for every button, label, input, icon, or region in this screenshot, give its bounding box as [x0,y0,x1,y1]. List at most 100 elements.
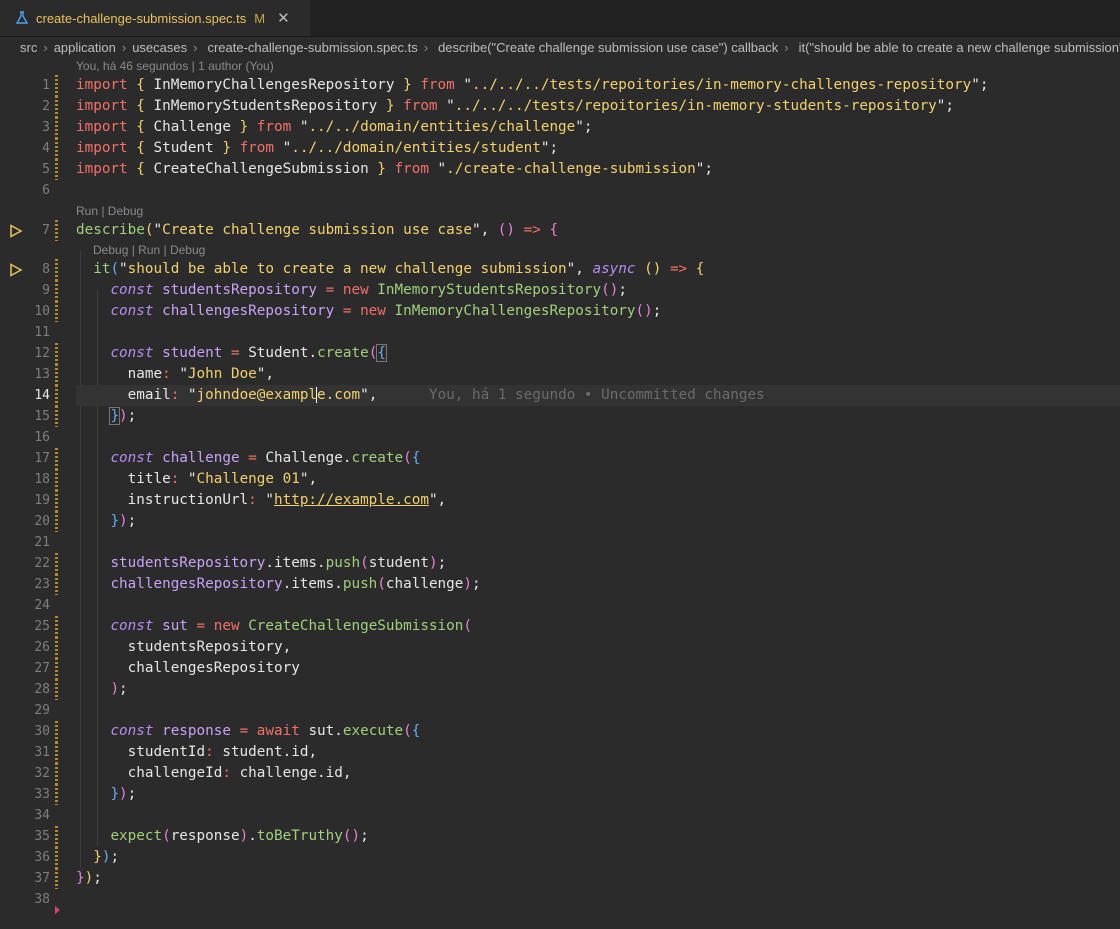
line-number: 3 [42,120,50,135]
modified-gutter-mark [55,159,58,180]
code-line: 25 const sut = new CreateChallengeSubmis… [0,616,1120,637]
line-number: 14 [34,388,50,403]
line-number: 25 [34,619,50,634]
line-number: 13 [34,367,50,382]
code-line: 13 name: "John Doe", [0,364,1120,385]
modified-gutter-mark [55,784,58,805]
line-number: 22 [34,556,50,571]
url-link[interactable]: http://example.com [274,492,429,508]
code-line: 24 [0,595,1120,616]
close-icon[interactable]: ✕ [277,9,290,27]
code-line: 37 }); [0,868,1120,889]
code-line: 34 [0,805,1120,826]
code-line: 30 const response = await sut.execute({ [0,721,1120,742]
code-line: 22 studentsRepository.items.push(student… [0,553,1120,574]
line-number: 30 [34,724,50,739]
keyword: from [420,77,455,93]
class-name: Student [248,345,309,361]
code-line: 20 }); [0,511,1120,532]
variable: challenge [239,765,318,781]
function-name: expect [110,828,163,844]
keyword: import [76,98,128,114]
modified-gutter-mark [55,406,58,427]
breadcrumb-it[interactable]: it("should be able to create a new chall… [799,40,1120,55]
line-number: 4 [42,141,50,156]
identifier: Student [153,140,214,156]
property: items [273,555,318,571]
breadcrumb-src[interactable]: src [20,40,37,55]
modified-gutter-mark [55,343,58,364]
inline-git-blame: You, há 1 segundo • Uncommitted changes [428,387,765,403]
codelens-run-debug[interactable]: Run | Debug [76,203,143,219]
string-literal: ./create-challenge-submission [446,161,696,177]
code-line: 10 const challengesRepository = new InMe… [0,301,1120,322]
line-number: 12 [34,346,50,361]
code-line: 21 [0,532,1120,553]
code-line: 26 studentsRepository, [0,637,1120,658]
modified-gutter-mark [55,490,58,511]
keyword: await [256,723,300,739]
modified-gutter-mark [55,574,58,595]
modified-gutter-mark [55,385,58,406]
codelens-debug-run[interactable]: Debug | Run | Debug [93,242,205,258]
keyword: from [256,119,292,135]
tab-filename: create-challenge-submission.spec.ts [36,10,247,26]
keyword: const [110,618,154,634]
line-number: 10 [34,304,50,319]
property: id [325,765,343,781]
modified-gutter-mark [55,658,58,679]
property: instructionUrl [127,492,249,508]
variable: sut [162,618,188,634]
keyword: const [110,723,154,739]
breadcrumb-usecases[interactable]: usecases [132,40,187,55]
breadcrumb-describe[interactable]: describe("Create challenge submission us… [438,40,778,55]
line-number: 9 [42,283,50,298]
code-line: 16 [0,427,1120,448]
variable: studentsRepository [110,555,266,571]
chevron-right-icon: › [423,39,429,55]
line-number: 33 [34,787,50,802]
variable: studentsRepository [127,639,283,655]
chevron-right-icon: › [121,39,127,55]
code-line: 4 import { Student } from "../../domain/… [0,138,1120,159]
line-number: 19 [34,493,50,508]
keyword: const [110,282,154,298]
keyword: import [76,119,128,135]
method-name: create [317,345,369,361]
modified-gutter-mark [55,96,58,117]
line-number: 18 [34,472,50,487]
keyword: const [110,303,154,319]
modified-gutter-mark [55,679,58,700]
identifier: InMemoryChallengesRepository [153,77,395,93]
keyword: new [342,282,369,298]
code-line: 8 it("should be able to create a new cha… [0,259,1120,280]
line-number: 31 [34,745,50,760]
code-line-active: 14 email: "johndoe@example.com", You, há… [0,385,1120,406]
identifier: Challenge [153,119,231,135]
variable: challenge [162,450,240,466]
modified-gutter-mark [55,868,58,889]
tab-spec-file[interactable]: create-challenge-submission.spec.ts M ✕ [0,0,310,36]
property: email [127,387,171,403]
string-literal: Challenge 01 [196,471,300,487]
modified-gutter-mark [55,138,58,159]
code-line: 33 }); [0,784,1120,805]
variable: challenge [385,576,464,592]
string-literal: Create challenge submission use case [162,222,472,238]
string-literal: johndoe@exampl [196,387,318,403]
variable: studentsRepository [162,282,318,298]
function-name: describe [76,222,145,238]
modified-gutter-mark [55,616,58,637]
class-name: InMemoryChallengesRepository [394,303,636,319]
modified-gutter-mark [55,721,58,742]
modified-gutter-mark [55,117,58,138]
code-line: 23 challengesRepository.items.push(chall… [0,574,1120,595]
string-literal: ../../domain/entities/student [291,140,541,156]
breadcrumb-file[interactable]: create-challenge-submission.spec.ts [207,40,417,55]
keyword: from [403,98,438,114]
line-number: 24 [34,598,50,613]
method-name: toBeTruthy [256,828,343,844]
git-blame-header[interactable]: You, há 46 segundos | 1 author (You) [76,59,274,73]
breadcrumb-application[interactable]: application [54,40,116,55]
modified-gutter-mark [55,259,58,280]
